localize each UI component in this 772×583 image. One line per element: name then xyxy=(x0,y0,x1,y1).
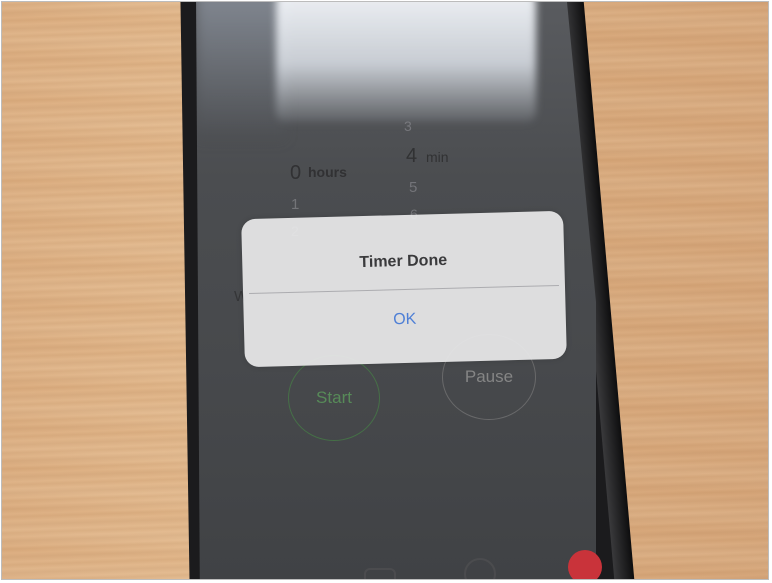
hours-unit-label: hours xyxy=(308,164,347,180)
start-button-label: Start xyxy=(316,388,352,407)
alert-divider xyxy=(249,284,559,295)
alert-title: Timer Done xyxy=(359,251,448,272)
start-button[interactable]: Start xyxy=(288,355,380,441)
photo-frame: 3 0 hours 4 min 1 2 5 6 W Start Pause Ti… xyxy=(1,1,769,580)
minutes-value[interactable]: 4 xyxy=(406,145,417,168)
screen-glare xyxy=(276,2,536,122)
minutes-prev: 3 xyxy=(404,118,412,134)
hours-value[interactable]: 0 xyxy=(290,162,301,185)
timer-tab-icon[interactable] xyxy=(568,550,602,579)
pause-button-label: Pause xyxy=(464,367,514,386)
minutes-next-1: 5 xyxy=(409,179,418,196)
timer-done-alert: Timer Done OK xyxy=(241,210,567,368)
alert-ok-button[interactable]: OK xyxy=(244,307,566,333)
minutes-unit-label: min xyxy=(426,149,449,165)
hours-next-1: 1 xyxy=(291,196,300,213)
alarm-tab-icon[interactable] xyxy=(364,568,396,579)
screen-glare-left xyxy=(196,2,286,142)
